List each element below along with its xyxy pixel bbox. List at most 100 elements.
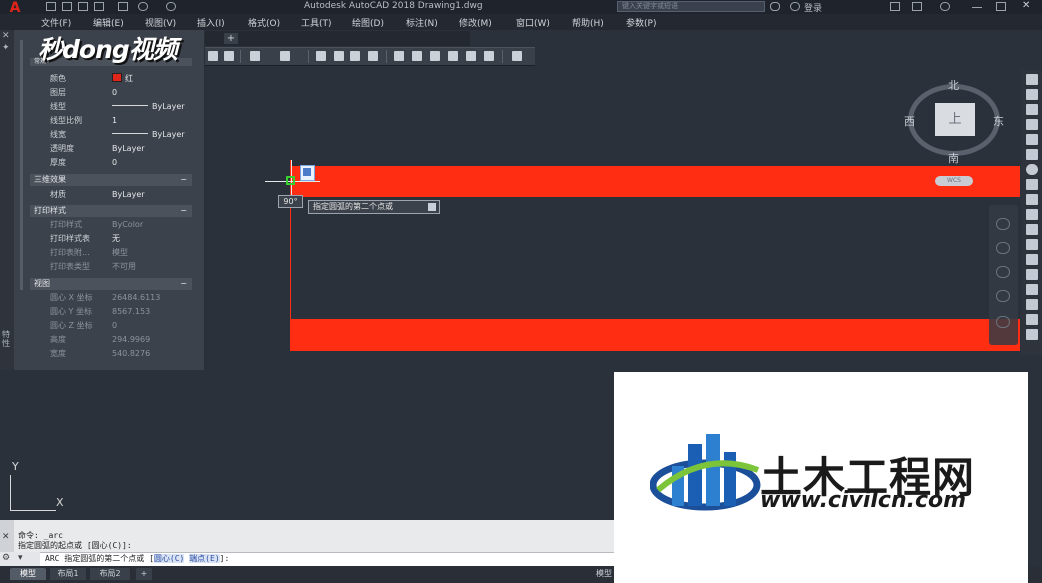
polygon-icon[interactable] bbox=[1026, 119, 1038, 130]
viewcube-south-label[interactable]: 南 bbox=[948, 150, 959, 166]
line-tool-icon[interactable] bbox=[1026, 74, 1038, 85]
revision-cloud-icon[interactable] bbox=[1026, 179, 1038, 190]
close-command-icon[interactable]: ✕ bbox=[2, 532, 10, 542]
help-icon[interactable] bbox=[512, 51, 522, 61]
property-row-thickness[interactable]: 厚度 0 bbox=[30, 156, 192, 170]
menu-parameters[interactable]: 参数(P) bbox=[626, 16, 656, 29]
rectangle-icon[interactable] bbox=[1026, 134, 1038, 145]
property-row-plot-attached[interactable]: 打印表附... 模型 bbox=[30, 246, 192, 260]
login-link[interactable]: 登录 bbox=[804, 1, 822, 14]
point-icon[interactable] bbox=[1026, 254, 1038, 265]
redo-icon[interactable] bbox=[166, 2, 176, 11]
showmotion-icon[interactable] bbox=[996, 316, 1010, 328]
property-row-linetype-scale[interactable]: 线型比例 1 bbox=[30, 114, 192, 128]
gradient-icon[interactable] bbox=[1026, 284, 1038, 295]
menu-modify[interactable]: 修改(M) bbox=[459, 16, 492, 29]
new-tab-button[interactable]: + bbox=[224, 33, 238, 44]
menu-insert[interactable]: 插入(I) bbox=[197, 16, 225, 29]
tool-palettes-icon[interactable] bbox=[430, 51, 440, 61]
customize-icon[interactable]: ⚙ bbox=[2, 553, 10, 563]
ellipse-icon[interactable] bbox=[1026, 209, 1038, 220]
close-palette-icon[interactable]: ✕ bbox=[2, 31, 10, 41]
toolbar-tool-icon[interactable] bbox=[208, 51, 218, 61]
viewcube-face-top[interactable]: 上 bbox=[935, 103, 975, 136]
tab-layout1[interactable]: 布局1 bbox=[50, 568, 86, 580]
zoom-previous-icon[interactable] bbox=[368, 51, 378, 61]
zoom-realtime-icon[interactable] bbox=[334, 51, 344, 61]
property-row-center-y[interactable]: 圆心 Y 坐标 8567.153 bbox=[30, 305, 192, 319]
quickcalc-icon[interactable] bbox=[484, 51, 494, 61]
option-center[interactable]: 圆心(C) bbox=[153, 554, 185, 563]
section-3d-effects[interactable]: 三维效果 − bbox=[30, 174, 192, 186]
insert-block-icon[interactable] bbox=[1026, 224, 1038, 235]
property-row-center-z[interactable]: 圆心 Z 坐标 0 bbox=[30, 319, 192, 333]
property-row-plot-style[interactable]: 打印样式 ByColor bbox=[30, 218, 192, 232]
table-icon[interactable] bbox=[1026, 314, 1038, 325]
spline-icon[interactable] bbox=[1026, 194, 1038, 205]
property-row-layer[interactable]: 图层 0 bbox=[30, 86, 192, 100]
menu-view[interactable]: 视图(V) bbox=[145, 16, 176, 29]
tab-layout2[interactable]: 布局2 bbox=[90, 568, 130, 580]
design-center-icon[interactable] bbox=[412, 51, 422, 61]
search-input[interactable]: 键入关键字或短语 bbox=[617, 1, 765, 12]
property-row-plot-table-type[interactable]: 打印表类型 不可用 bbox=[30, 260, 192, 274]
zoom-extents-icon[interactable] bbox=[996, 266, 1010, 278]
recent-commands-icon[interactable]: ▾ bbox=[18, 553, 23, 563]
wcs-menu-button[interactable]: WCS bbox=[935, 176, 973, 186]
property-row-width[interactable]: 宽度 540.8276 bbox=[30, 347, 192, 361]
help-icon[interactable] bbox=[940, 2, 950, 11]
viewcube-north-label[interactable]: 北 bbox=[948, 77, 959, 93]
menu-window[interactable]: 窗口(W) bbox=[516, 16, 550, 29]
maximize-icon[interactable] bbox=[996, 2, 1006, 11]
menu-dimension[interactable]: 标注(N) bbox=[406, 16, 438, 29]
make-block-icon[interactable] bbox=[1026, 239, 1038, 250]
drawn-rectangle-top[interactable] bbox=[291, 166, 1020, 197]
collapse-icon[interactable]: − bbox=[180, 174, 187, 186]
zoom-window-icon[interactable] bbox=[350, 51, 360, 61]
properties-icon[interactable] bbox=[394, 51, 404, 61]
viewcube-east-label[interactable]: 东 bbox=[993, 113, 1004, 129]
menu-format[interactable]: 格式(O) bbox=[248, 16, 280, 29]
undo-icon[interactable] bbox=[250, 51, 260, 61]
option-endpoint[interactable]: 端点(E) bbox=[189, 554, 220, 563]
binoculars-icon[interactable] bbox=[770, 2, 780, 11]
property-row-height[interactable]: 高度 294.9969 bbox=[30, 333, 192, 347]
property-row-material[interactable]: 材质 ByLayer bbox=[30, 188, 192, 202]
status-model-space[interactable]: 模型 bbox=[596, 568, 612, 579]
tab-model[interactable]: 模型 bbox=[10, 568, 46, 580]
collapse-icon[interactable]: − bbox=[180, 278, 187, 290]
collapse-icon[interactable]: − bbox=[180, 205, 187, 217]
circle-icon[interactable] bbox=[1026, 164, 1038, 175]
property-row-linetype[interactable]: 线型 ByLayer bbox=[30, 100, 192, 114]
drawn-rectangle-bottom[interactable] bbox=[291, 319, 1020, 351]
palette-scrollbar[interactable] bbox=[20, 40, 23, 290]
orbit-icon[interactable] bbox=[996, 290, 1010, 302]
menu-tools[interactable]: 工具(T) bbox=[301, 16, 332, 29]
close-window-icon[interactable]: ✕ bbox=[1022, 1, 1032, 11]
undo-icon[interactable] bbox=[138, 2, 148, 11]
section-view[interactable]: 视图 − bbox=[30, 278, 192, 290]
open-file-icon[interactable] bbox=[62, 2, 72, 11]
exchange-icon[interactable] bbox=[912, 2, 922, 11]
toolbar-tool-icon[interactable] bbox=[224, 51, 234, 61]
dynamic-input-options-icon[interactable] bbox=[428, 203, 436, 211]
new-file-icon[interactable] bbox=[46, 2, 56, 11]
user-icon[interactable] bbox=[790, 2, 800, 11]
section-plot-style[interactable]: 打印样式 − bbox=[30, 205, 192, 217]
hatch-icon[interactable] bbox=[1026, 269, 1038, 280]
multiline-text-icon[interactable] bbox=[1026, 329, 1038, 340]
region-icon[interactable] bbox=[1026, 299, 1038, 310]
autohide-icon[interactable]: ✦ bbox=[2, 43, 10, 53]
property-row-center-x[interactable]: 圆心 X 坐标 26484.6113 bbox=[30, 291, 192, 305]
property-row-plot-table[interactable]: 打印样式表 无 bbox=[30, 232, 192, 246]
markup-icon[interactable] bbox=[466, 51, 476, 61]
sheet-set-icon[interactable] bbox=[448, 51, 458, 61]
redo-icon[interactable] bbox=[280, 51, 290, 61]
cart-icon[interactable] bbox=[890, 2, 900, 11]
pan-icon[interactable] bbox=[996, 242, 1010, 254]
menu-edit[interactable]: 编辑(E) bbox=[93, 16, 124, 29]
save-icon[interactable] bbox=[78, 2, 88, 11]
pan-icon[interactable] bbox=[316, 51, 326, 61]
property-row-transparency[interactable]: 透明度 ByLayer bbox=[30, 142, 192, 156]
menu-file[interactable]: 文件(F) bbox=[41, 16, 71, 29]
